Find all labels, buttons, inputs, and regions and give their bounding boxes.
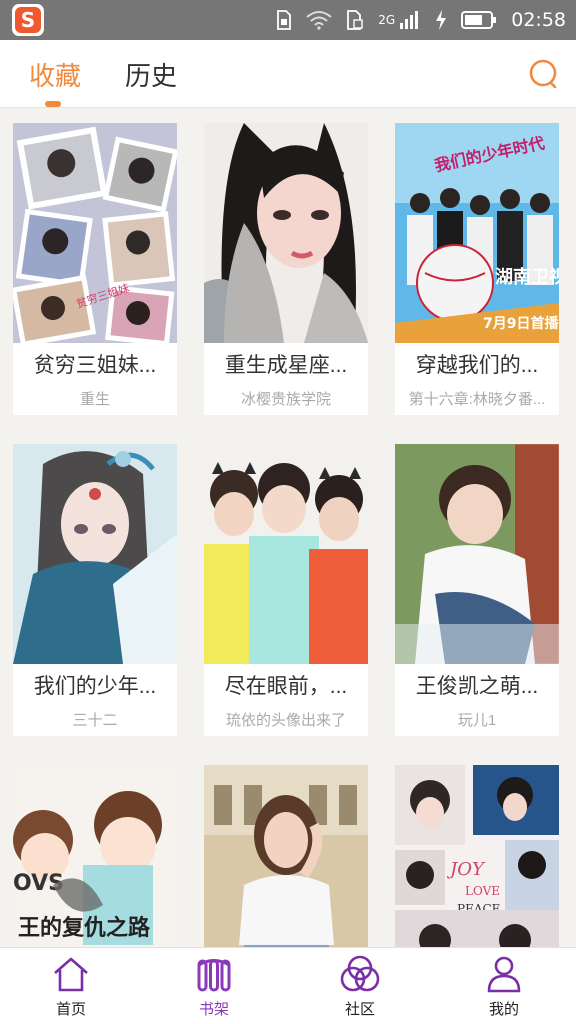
- book-latest-chapter: 重生: [79, 391, 110, 408]
- book-cover-image: [204, 123, 368, 343]
- book-title: 重生成星座...: [224, 354, 348, 377]
- book-card[interactable]: 我们的少年时代 湖南卫视 7月9日首播 穿越我们的... 第十六章:林晓夕番..…: [395, 123, 559, 415]
- book-latest-chapter: 三十二: [72, 712, 118, 729]
- book-title: 王俊凯之萌...: [415, 675, 539, 698]
- book-title: 我们的少年...: [33, 675, 157, 698]
- book-title: 贫穷三姐妹...: [33, 354, 157, 377]
- search-button[interactable]: [526, 56, 562, 92]
- book-card[interactable]: 重生成星座... 冰樱贵族学院: [204, 123, 368, 415]
- nav-home[interactable]: 首页: [21, 948, 121, 1024]
- battery-icon: [461, 10, 497, 30]
- svg-text:LOVE: LOVE: [465, 884, 500, 898]
- svg-text:JOY: JOY: [446, 859, 486, 880]
- top-bar: 收藏 历史: [0, 40, 576, 108]
- svg-text:湖南卫视: 湖南卫视: [495, 266, 559, 288]
- sogou-app-icon: S: [12, 4, 44, 36]
- book-latest-chapter: 玩儿1: [457, 712, 497, 729]
- community-icon: [340, 955, 380, 992]
- nav-profile-label: 我的: [488, 1001, 519, 1018]
- book-cover-image: 我们的少年时代 湖南卫视 7月9日首播: [395, 123, 559, 343]
- network-type: 2G: [378, 13, 396, 27]
- bookshelf-grid: 贫穷三姐妹 贫穷三姐妹... 重生 重生成星座... 冰樱贵族学院 我们的少年时…: [0, 109, 576, 947]
- active-tab-indicator: [45, 101, 61, 107]
- profile-icon: [487, 956, 521, 993]
- book-card[interactable]: JOY LOVE PEACE: [395, 765, 559, 947]
- nav-profile[interactable]: 我的: [454, 948, 554, 1024]
- book-card[interactable]: 王俊凯之萌... 玩儿1: [395, 444, 559, 736]
- svg-text:7月9日首播: 7月9日首播: [483, 315, 559, 332]
- book-cover-image: [204, 444, 368, 664]
- book-cover-image: JOY LOVE PEACE: [395, 765, 559, 947]
- book-cover-image: 贫穷三姐妹: [13, 123, 177, 343]
- nav-community[interactable]: 社区: [310, 948, 410, 1024]
- nav-community-label: 社区: [344, 1001, 375, 1018]
- status-bar: S 2G 02:58: [0, 0, 576, 40]
- sim-card-icon: [276, 10, 292, 30]
- book-latest-chapter: 第十六章:林晓夕番...: [408, 391, 546, 408]
- book-title: 尽在眼前，...: [224, 675, 348, 698]
- bottom-navigation: 首页 书架 社区 我的: [0, 947, 576, 1024]
- charging-icon: [435, 10, 447, 30]
- book-latest-chapter: 冰樱贵族学院: [240, 391, 331, 408]
- bookshelf-icon: [197, 959, 231, 992]
- wifi-icon: [306, 10, 332, 30]
- book-card[interactable]: 我们的少年... 三十二: [13, 444, 177, 736]
- book-title: 穿越我们的...: [415, 354, 539, 377]
- home-icon: [54, 957, 88, 992]
- svg-text:王的复仇之路: 王的复仇之路: [18, 915, 151, 941]
- nav-bookshelf[interactable]: 书架: [164, 948, 264, 1024]
- book-card[interactable]: OVS 王的复仇之路: [13, 765, 177, 947]
- book-card[interactable]: [204, 765, 368, 947]
- tab-history[interactable]: 历史: [125, 56, 177, 93]
- search-icon: [529, 59, 557, 89]
- clock: 02:58: [511, 9, 566, 31]
- book-cover-image: [13, 444, 177, 664]
- book-cover-image: OVS 王的复仇之路: [13, 765, 177, 947]
- sim-card-2-icon: [346, 10, 364, 30]
- nav-home-label: 首页: [55, 1001, 86, 1018]
- nav-bookshelf-label: 书架: [198, 1001, 229, 1018]
- book-card[interactable]: 贫穷三姐妹 贫穷三姐妹... 重生: [13, 123, 177, 415]
- book-latest-chapter: 琉依的头像出来了: [225, 712, 346, 729]
- book-cover-image: [204, 765, 368, 947]
- book-cover-image: [395, 444, 559, 664]
- signal-icon: [399, 11, 421, 29]
- tab-favorites[interactable]: 收藏: [29, 56, 81, 93]
- book-card[interactable]: 尽在眼前，... 琉依的头像出来了: [204, 444, 368, 736]
